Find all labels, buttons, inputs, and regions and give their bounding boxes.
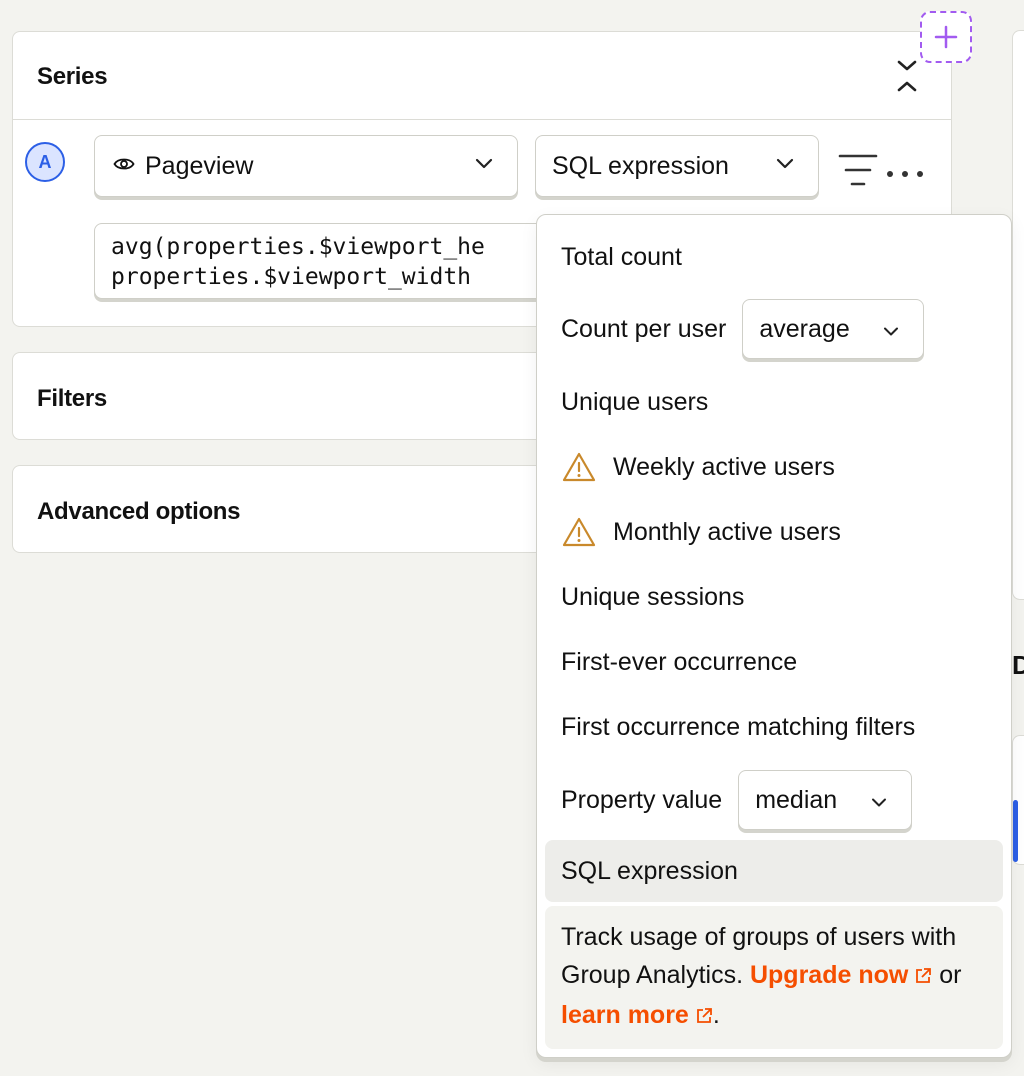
upsell-period: .	[712, 1001, 720, 1029]
external-link-icon	[914, 958, 932, 996]
property-value-aggregation-select[interactable]: median	[738, 770, 913, 830]
menu-item-unique-sessions[interactable]: Unique sessions	[545, 566, 1003, 628]
chevron-down-icon	[871, 786, 887, 815]
menu-item-total-count[interactable]: Total count	[545, 226, 1003, 288]
menu-item-sql-expression[interactable]: SQL expression	[545, 840, 1003, 902]
group-analytics-upsell: Track usage of groups of users with Grou…	[545, 906, 1003, 1049]
filter-icon[interactable]	[836, 152, 880, 188]
aggregation-select-label: average	[759, 314, 850, 343]
right-panel-heading-fragment: D	[1012, 650, 1024, 680]
menu-item-label: Unique sessions	[561, 582, 745, 611]
warning-icon	[561, 451, 597, 483]
math-select[interactable]: SQL expression	[535, 135, 819, 197]
menu-item-label: Count per user	[561, 314, 727, 343]
series-header: Series	[13, 32, 951, 120]
right-panel-accent	[1013, 800, 1018, 862]
external-link-icon	[695, 998, 713, 1036]
menu-item-first-occurrence-matching-filters[interactable]: First occurrence matching filters	[545, 696, 1003, 758]
chevron-down-icon	[883, 315, 899, 344]
menu-item-label: Monthly active users	[613, 517, 841, 546]
collapse-icon[interactable]	[893, 56, 921, 96]
aggregation-select-label: median	[755, 785, 838, 814]
menu-item-label: Total count	[561, 242, 682, 271]
menu-item-label: Unique users	[561, 387, 709, 416]
menu-item-count-per-user[interactable]: Count per user average	[545, 295, 1003, 363]
math-dropdown-menu: Total count Count per user average Uniqu…	[536, 214, 1012, 1058]
menu-item-monthly-active-users[interactable]: Monthly active users	[545, 501, 1003, 563]
menu-item-first-ever-occurrence[interactable]: First-ever occurrence	[545, 631, 1003, 693]
menu-item-unique-users[interactable]: Unique users	[545, 371, 1003, 433]
menu-item-property-value[interactable]: Property value median	[545, 766, 1003, 834]
series-title: Series	[37, 63, 108, 90]
advanced-options-title: Advanced options	[37, 498, 241, 525]
sql-expression-line-1: avg(properties.$viewport_he	[111, 234, 485, 260]
event-select-label: Pageview	[145, 151, 254, 180]
menu-item-weekly-active-users[interactable]: Weekly active users	[545, 436, 1003, 498]
series-letter-badge: A	[25, 142, 65, 182]
learn-more-label: learn more	[561, 1001, 689, 1029]
chevron-down-icon	[776, 157, 794, 175]
eye-icon	[113, 156, 135, 177]
menu-item-label: Property value	[561, 785, 723, 814]
event-select[interactable]: Pageview	[94, 135, 518, 197]
warning-icon	[561, 516, 597, 548]
filters-title: Filters	[37, 385, 107, 412]
add-series-icon[interactable]	[920, 11, 972, 63]
math-select-label: SQL expression	[552, 151, 729, 180]
learn-more-link[interactable]: learn more	[561, 1001, 713, 1029]
menu-item-label: First occurrence matching filters	[561, 712, 916, 741]
sql-expression-line-2: properties.$viewport_width	[111, 264, 472, 290]
more-icon[interactable]	[882, 164, 928, 184]
upgrade-now-label: Upgrade now	[749, 961, 909, 989]
sql-expression-input[interactable]: avg(properties.$viewport_he properties.$…	[94, 223, 554, 299]
upsell-or: or	[939, 961, 962, 989]
count-per-user-aggregation-select[interactable]: average	[742, 299, 925, 359]
chevron-down-icon	[475, 157, 493, 175]
menu-item-label: SQL expression	[561, 856, 738, 885]
right-panel-edge	[1012, 30, 1024, 600]
upgrade-now-link[interactable]: Upgrade now	[750, 961, 932, 989]
menu-item-label: Weekly active users	[613, 452, 835, 481]
menu-item-label: First-ever occurrence	[561, 647, 798, 676]
